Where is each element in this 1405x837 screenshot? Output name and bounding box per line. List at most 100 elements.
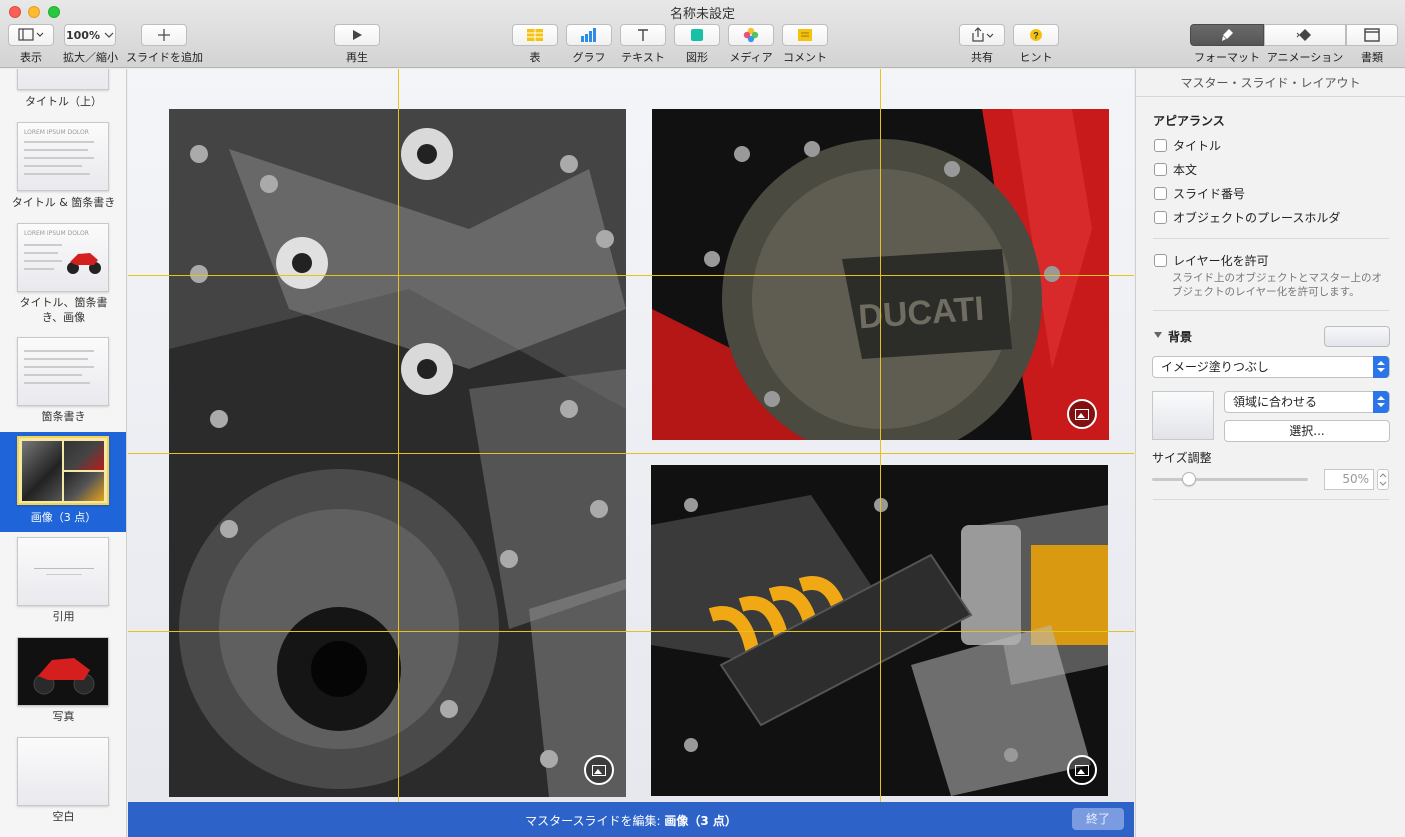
table-button[interactable]: 表 (512, 24, 558, 65)
thumb-title: LOREM IPSUM DOLOR (24, 230, 89, 237)
paintbrush-icon (1222, 29, 1233, 41)
slide-thumb-title-bullets[interactable]: LOREM IPSUM DOLOR (17, 122, 109, 191)
shape-button[interactable]: 図形 (674, 24, 720, 65)
document-label: 書類 (1361, 51, 1383, 64)
slide-navigator: タイトル（上） LOREM IPSUM DOLOR タイトル & 箇条書き LO… (0, 69, 127, 837)
slide-label: 画像（3 点） (30, 511, 97, 524)
zoom-popup[interactable]: 100% 拡大／縮小 (63, 24, 118, 65)
play-button[interactable]: 再生 (334, 24, 380, 65)
document-tab[interactable]: 書類 (1346, 24, 1398, 65)
slide-thumb-photo[interactable] (17, 637, 109, 706)
choose-image-button[interactable]: 選択... (1224, 420, 1390, 442)
chevron-down-icon (104, 32, 114, 38)
fill-type-popup[interactable]: イメージ塗りつぶし (1152, 356, 1390, 378)
appearance-heading: アピアランス (1153, 114, 1225, 128)
fill-type-value: イメージ塗りつぶし (1161, 360, 1269, 374)
view-label: 表示 (20, 51, 42, 64)
bar-chart-icon (581, 28, 596, 42)
share-icon (972, 27, 994, 42)
tips-label: ヒント (1019, 51, 1053, 64)
alignment-guide-horizontal (128, 275, 1134, 276)
share-label: 共有 (971, 51, 993, 64)
scale-mode-popup[interactable]: 領域に合わせる (1224, 391, 1390, 413)
add-slide-button[interactable]: スライドを追加 (126, 24, 203, 65)
placeholder-checkbox-label: オブジェクトのプレースホルダ (1173, 211, 1341, 225)
popup-arrows-icon (1373, 391, 1389, 413)
format-tab[interactable]: フォーマット (1190, 24, 1264, 65)
play-label: 再生 (346, 51, 368, 64)
master-edit-bar: マスタースライドを編集: 画像（3 点） 終了 (128, 802, 1134, 837)
slide-thumb-images-3[interactable] (17, 436, 109, 505)
divider (1153, 238, 1389, 239)
text-label: テキスト (621, 51, 665, 64)
size-adjust-label: サイズ調整 (1152, 451, 1212, 465)
animate-tab[interactable]: アニメーション (1264, 24, 1346, 65)
edit-message: マスタースライドを編集: 画像（3 点） (128, 812, 1134, 829)
alignment-guide-horizontal (128, 453, 1134, 454)
slide-thumb-blank[interactable] (17, 737, 109, 806)
background-color-well[interactable] (1324, 326, 1390, 347)
replace-image-icon[interactable] (584, 755, 614, 785)
slide-thumb-quote[interactable] (17, 537, 109, 606)
size-value: 50% (1342, 472, 1369, 486)
size-slider-track[interactable] (1152, 478, 1308, 481)
table-icon (527, 29, 543, 41)
allow-layering-checkbox-row[interactable]: レイヤー化を許可 (1154, 252, 1269, 269)
replace-image-icon[interactable] (1067, 755, 1097, 785)
popup-arrows-icon (1373, 356, 1389, 378)
edit-prefix: マスタースライドを編集: (525, 814, 661, 828)
text-button[interactable]: テキスト (620, 24, 666, 65)
comment-button[interactable]: コメント (782, 24, 828, 65)
slide-label: タイトル（上） (25, 95, 102, 108)
share-button[interactable]: 共有 (959, 24, 1005, 65)
scale-mode-value: 領域に合わせる (1233, 395, 1318, 409)
size-stepper[interactable] (1377, 469, 1389, 490)
slide-canvas[interactable]: DUCATI (128, 69, 1134, 802)
allow-layering-checkbox[interactable] (1154, 254, 1167, 267)
add-slide-label: スライドを追加 (126, 51, 203, 64)
alignment-guide-horizontal (128, 631, 1134, 632)
slide-number-checkbox-label: スライド番号 (1173, 187, 1246, 201)
shape-icon (691, 29, 703, 41)
comment-icon (798, 29, 812, 41)
format-label: フォーマット (1194, 51, 1260, 64)
slide-label: タイトル & 箇条書き (11, 196, 116, 209)
sidebar-view-icon (18, 28, 44, 41)
chart-button[interactable]: グラフ (566, 24, 612, 65)
media-icon (743, 27, 759, 43)
svg-text:?: ? (1033, 31, 1039, 41)
media-button[interactable]: メディア (728, 24, 774, 65)
thumb-title: LOREM IPSUM DOLOR (24, 129, 89, 136)
size-slider-knob[interactable] (1182, 472, 1196, 486)
disclosure-triangle-icon[interactable] (1153, 331, 1163, 339)
title-checkbox-row[interactable]: タイトル (1154, 137, 1221, 154)
alignment-guide-vertical (398, 69, 399, 802)
body-checkbox-row[interactable]: 本文 (1154, 161, 1197, 178)
tips-button[interactable]: ? ヒント (1013, 24, 1059, 65)
background-image-well[interactable] (1152, 391, 1214, 440)
slide-thumb-title-bullets-image[interactable]: LOREM IPSUM DOLOR (17, 223, 109, 292)
background-heading: 背景 (1168, 330, 1193, 344)
view-button[interactable]: 表示 (8, 24, 54, 65)
slide-label: タイトル、箇条書 き、画像 (19, 296, 108, 324)
text-icon (638, 29, 648, 41)
slide-label: 箇条書き (41, 410, 86, 423)
slide-number-checkbox-row[interactable]: スライド番号 (1154, 185, 1245, 202)
slide-number-checkbox[interactable] (1154, 187, 1167, 200)
shape-label: 図形 (686, 51, 708, 64)
placeholder-checkbox[interactable] (1154, 211, 1167, 224)
motorcycle-thumb-image (67, 253, 101, 274)
chart-label: グラフ (572, 51, 606, 64)
slide-thumb-title-top[interactable] (17, 69, 109, 90)
animate-label: アニメーション (1266, 51, 1344, 64)
body-checkbox[interactable] (1154, 163, 1167, 176)
document-icon (1364, 28, 1380, 42)
done-button[interactable]: 終了 (1072, 808, 1124, 830)
zoom-value: 100% (66, 28, 100, 42)
slide-thumb-bullets[interactable] (17, 337, 109, 406)
size-value-field[interactable]: 50% (1324, 469, 1374, 490)
replace-image-icon[interactable] (1067, 399, 1097, 429)
keynote-window: 名称未設定 表示 100% 拡大／縮小 スライドを追加 再生 表 グラフ テキス… (0, 0, 1405, 837)
title-checkbox[interactable] (1154, 139, 1167, 152)
placeholder-checkbox-row[interactable]: オブジェクトのプレースホルダ (1154, 209, 1340, 226)
